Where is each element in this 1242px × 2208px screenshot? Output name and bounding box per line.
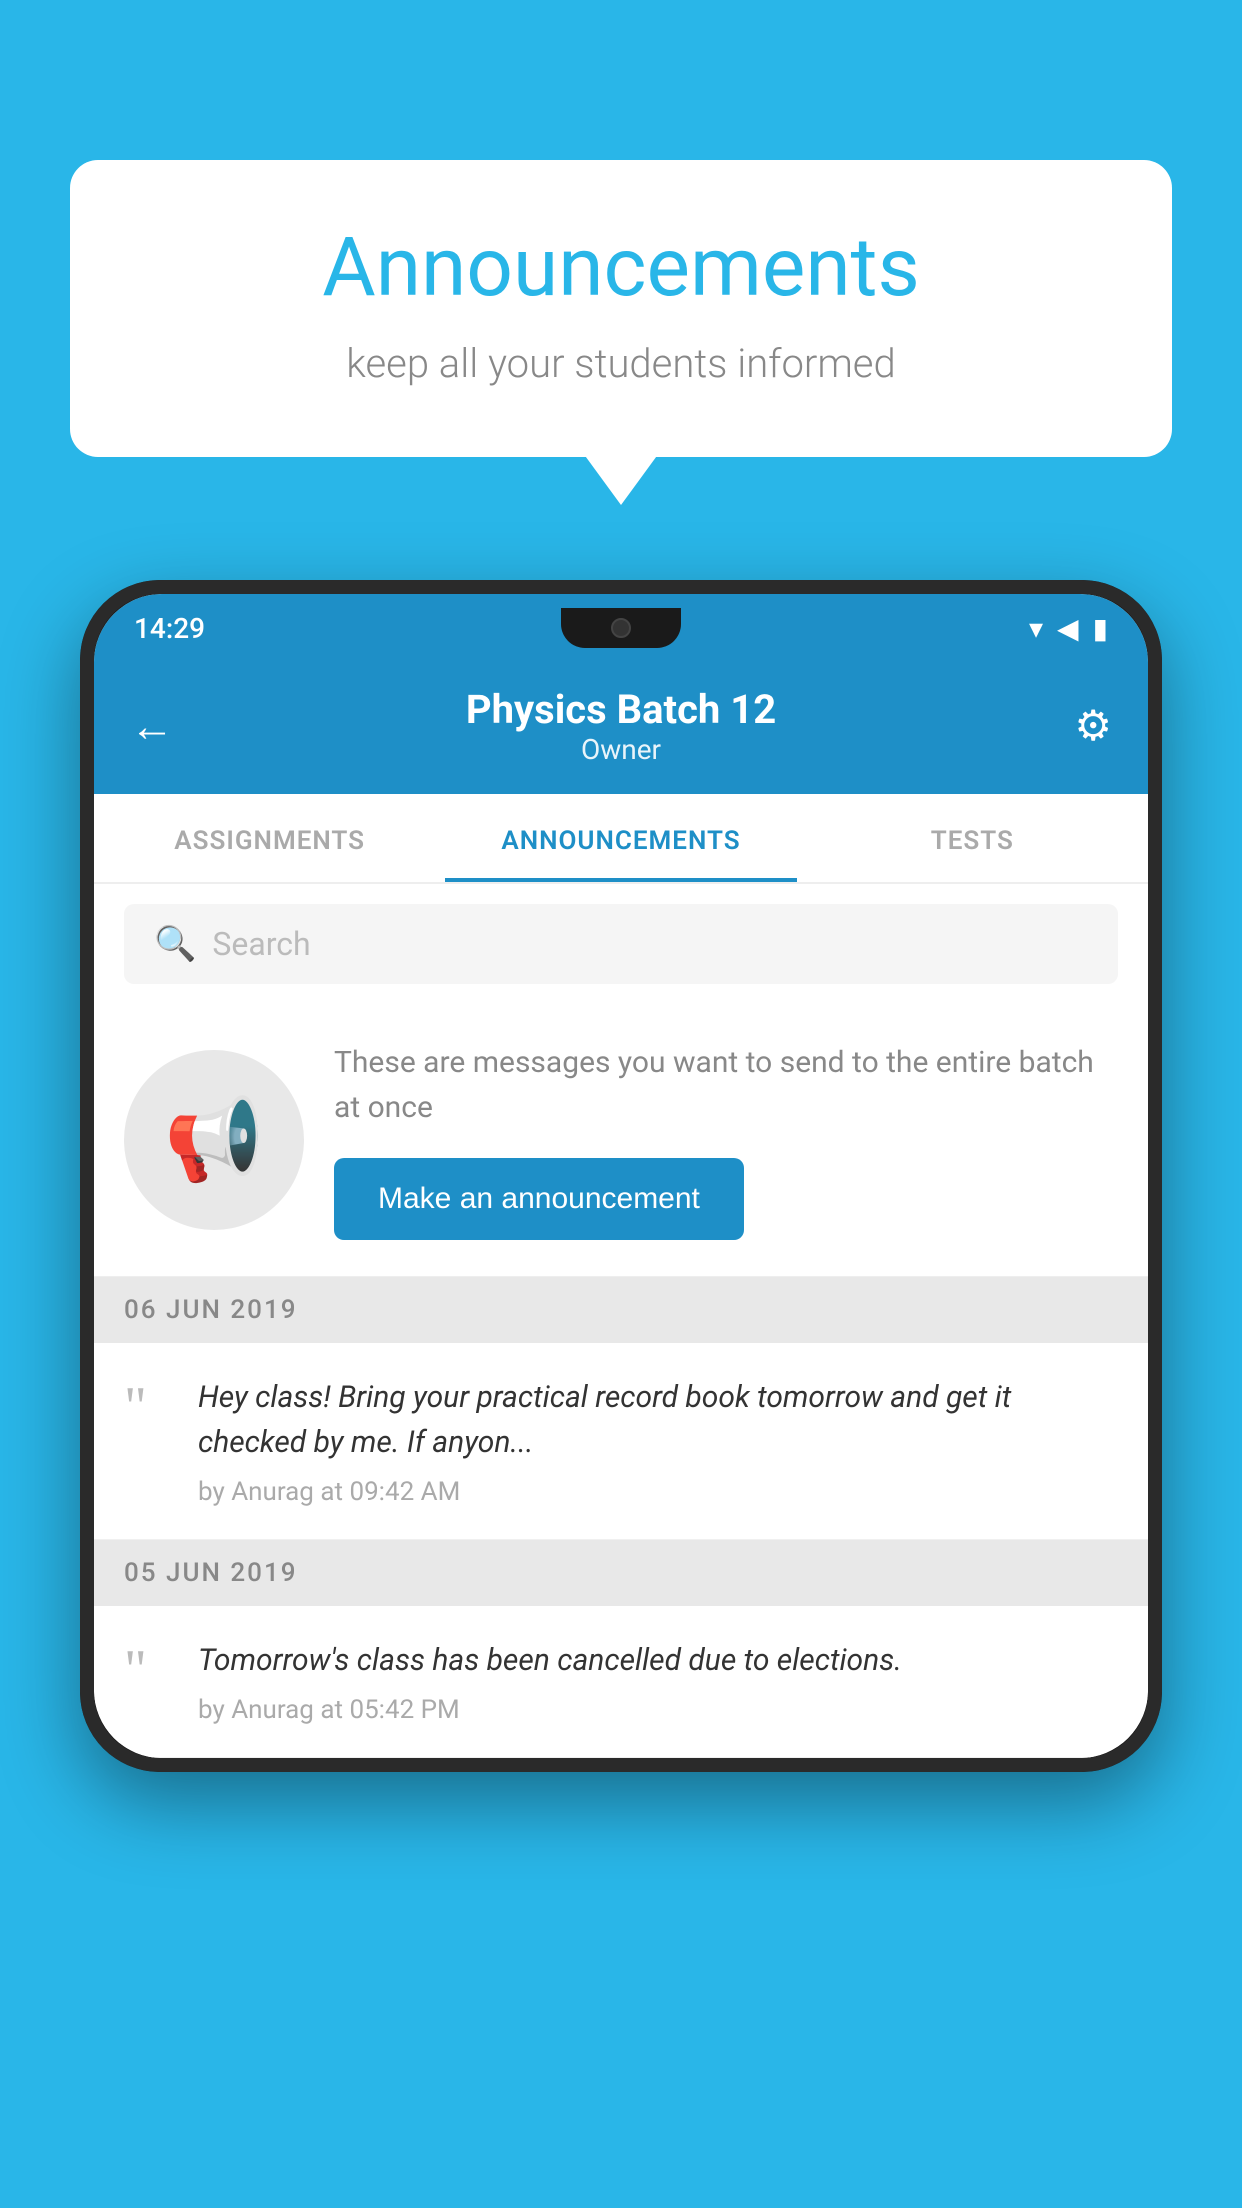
bubble-title: Announcements: [150, 220, 1092, 316]
speech-bubble-section: Announcements keep all your students inf…: [70, 160, 1172, 457]
announcement-meta-2: by Anurag at 05:42 PM: [198, 1695, 1118, 1725]
speech-bubble: Announcements keep all your students inf…: [70, 160, 1172, 457]
announcement-intro-section: 📢 These are messages you want to send to…: [94, 1004, 1148, 1277]
date-header-2: 05 JUN 2019: [94, 1540, 1148, 1606]
battery-icon: ▮: [1093, 612, 1108, 645]
announcement-text-2: Tomorrow's class has been cancelled due …: [198, 1638, 1118, 1683]
app-header: ← Physics Batch 12 Owner ⚙: [94, 662, 1148, 794]
make-announcement-button[interactable]: Make an announcement: [334, 1158, 744, 1240]
wifi-icon: ▾: [1029, 612, 1043, 645]
search-section: 🔍 Search: [94, 884, 1148, 1004]
phone-body: 14:29 ▾ ◀ ▮ ← Physics Batch 12 Owner ⚙: [80, 580, 1162, 1772]
announcement-content-2: Tomorrow's class has been cancelled due …: [198, 1638, 1118, 1725]
header-title-group: Physics Batch 12 Owner: [466, 686, 776, 766]
tabs-bar: ASSIGNMENTS ANNOUNCEMENTS TESTS: [94, 794, 1148, 884]
announcement-intro-text: These are messages you want to send to t…: [334, 1040, 1118, 1130]
announcement-item-1: " Hey class! Bring your practical record…: [94, 1343, 1148, 1540]
phone-screen: 14:29 ▾ ◀ ▮ ← Physics Batch 12 Owner ⚙: [94, 594, 1148, 1758]
phone-notch: [561, 608, 681, 648]
settings-button[interactable]: ⚙: [1052, 701, 1112, 751]
announcement-content-1: Hey class! Bring your practical record b…: [198, 1375, 1118, 1507]
date-header-1: 06 JUN 2019: [94, 1277, 1148, 1343]
announcement-text-1: Hey class! Bring your practical record b…: [198, 1375, 1118, 1465]
bubble-subtitle: keep all your students informed: [150, 340, 1092, 387]
tab-tests[interactable]: TESTS: [797, 794, 1148, 882]
search-icon: 🔍: [154, 924, 196, 964]
quote-icon-1: ": [124, 1379, 174, 1435]
phone-mockup: 14:29 ▾ ◀ ▮ ← Physics Batch 12 Owner ⚙: [80, 580, 1162, 1772]
quote-icon-2: ": [124, 1642, 174, 1698]
megaphone-icon: 📢: [164, 1093, 264, 1187]
back-button[interactable]: ←: [130, 700, 190, 752]
tab-announcements[interactable]: ANNOUNCEMENTS: [445, 794, 796, 882]
search-placeholder: Search: [212, 925, 310, 963]
tab-assignments[interactable]: ASSIGNMENTS: [94, 794, 445, 882]
signal-icon: ◀: [1057, 612, 1079, 645]
announcement-intro-content: These are messages you want to send to t…: [334, 1040, 1118, 1240]
announcement-item-2: " Tomorrow's class has been cancelled du…: [94, 1606, 1148, 1758]
status-time: 14:29: [134, 612, 205, 645]
status-icons: ▾ ◀ ▮: [1029, 612, 1108, 645]
front-camera: [611, 618, 631, 638]
search-bar[interactable]: 🔍 Search: [124, 904, 1118, 984]
announcement-meta-1: by Anurag at 09:42 AM: [198, 1477, 1118, 1507]
megaphone-circle: 📢: [124, 1050, 304, 1230]
batch-title: Physics Batch 12: [466, 686, 776, 733]
owner-label: Owner: [466, 733, 776, 766]
